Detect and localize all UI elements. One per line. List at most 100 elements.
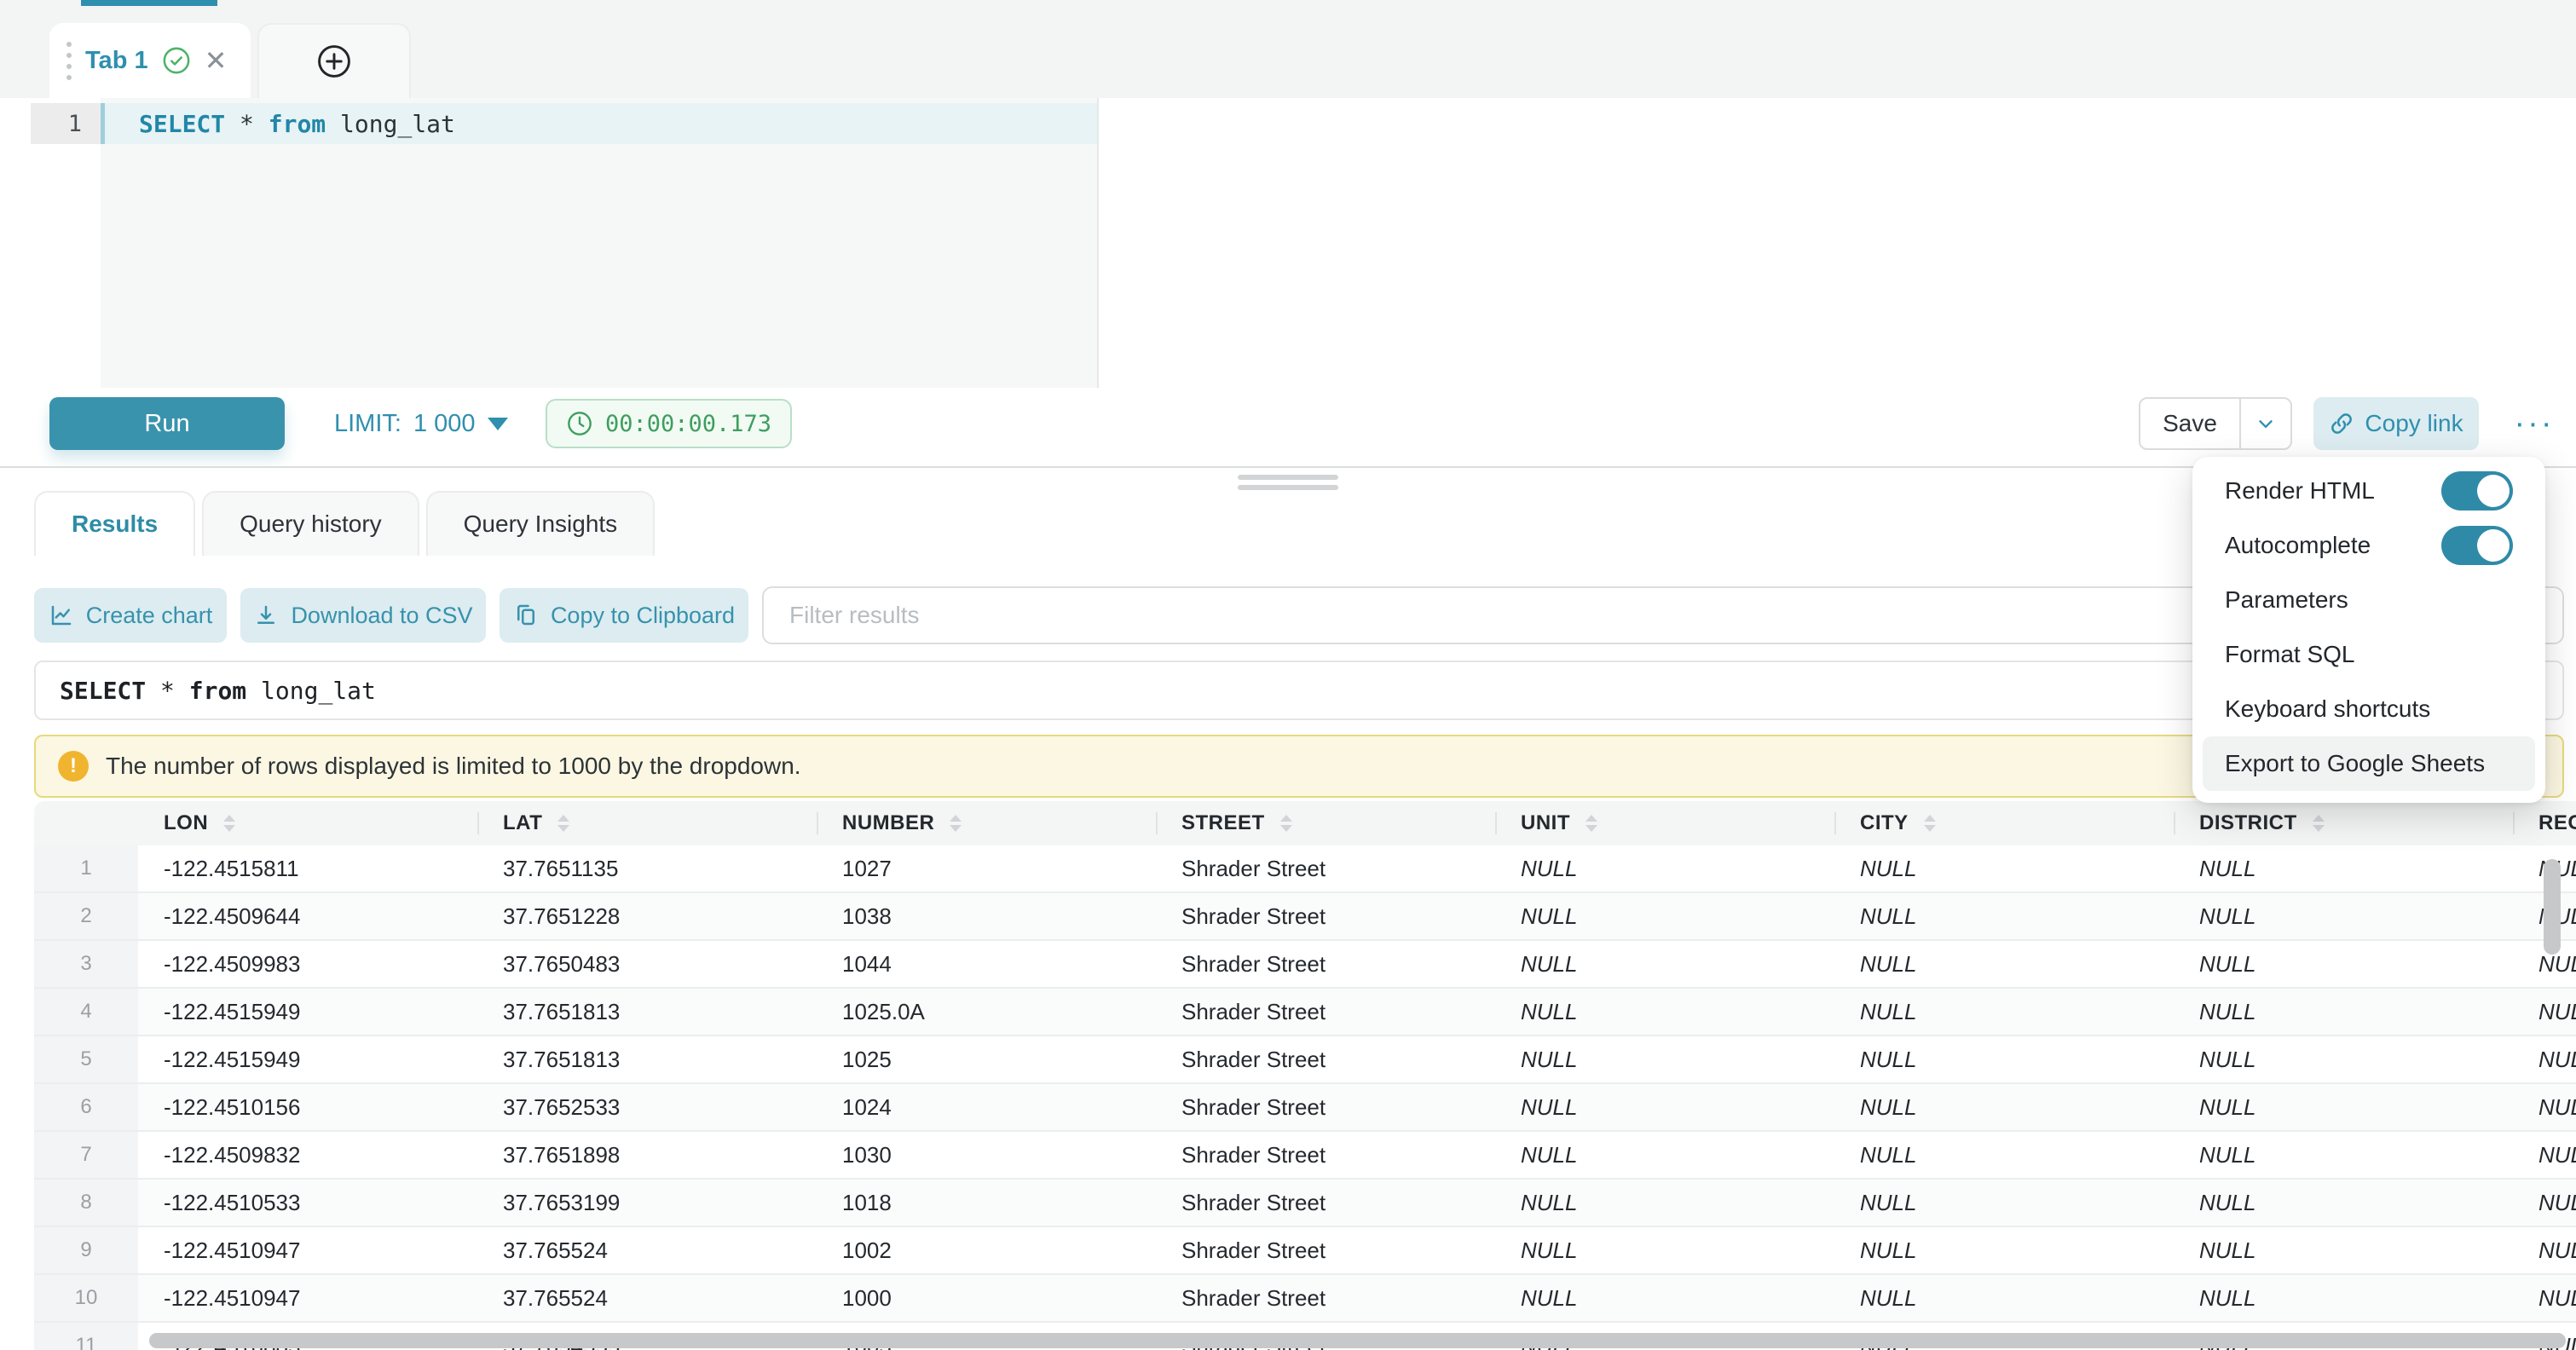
sort-icon[interactable] xyxy=(557,815,569,832)
drag-handle-icon[interactable] xyxy=(66,42,72,80)
row-limit-warning-banner: ! The number of rows displayed is limite… xyxy=(34,735,2564,798)
sort-icon[interactable] xyxy=(1585,815,1597,832)
column-header-unit[interactable]: UNIT xyxy=(1495,801,1834,845)
save-options-button[interactable] xyxy=(2239,399,2290,448)
cell: -122.4509644 xyxy=(138,893,477,939)
sql-editor[interactable]: 1 SELECT * from long_lat xyxy=(0,98,2576,388)
horizontal-scrollbar[interactable] xyxy=(149,1333,2566,1348)
table-row[interactable]: 7-122.450983237.76518981030Shrader Stree… xyxy=(34,1132,2576,1180)
menu-item-label: Keyboard shortcuts xyxy=(2225,695,2430,723)
cell: NULL xyxy=(1834,1227,2174,1273)
cell: 37.7651898 xyxy=(477,1132,817,1178)
column-header-number[interactable]: NUMBER xyxy=(817,801,1156,845)
menu-item-keyboard-shortcuts[interactable]: Keyboard shortcuts xyxy=(2192,682,2545,736)
menu-item-render-html[interactable]: Render HTML xyxy=(2192,464,2545,518)
menu-item-autocomplete[interactable]: Autocomplete xyxy=(2192,518,2545,573)
clock-icon xyxy=(566,410,593,437)
cell: NULL xyxy=(1834,893,2174,939)
table-row[interactable]: 6-122.451015637.76525331024Shrader Stree… xyxy=(34,1084,2576,1132)
cell: 37.765524 xyxy=(477,1227,817,1273)
tab-1[interactable]: Tab 1 ✕ xyxy=(49,23,251,98)
tab-results[interactable]: Results xyxy=(34,491,195,556)
table-row[interactable]: 10-122.451094737.7655241000Shrader Stree… xyxy=(34,1275,2576,1323)
copy-link-button[interactable]: Copy link xyxy=(2313,397,2479,450)
row-number: 7 xyxy=(34,1132,138,1178)
circle-plus-icon xyxy=(315,43,353,80)
table-row[interactable]: 8-122.451053337.76531991018Shrader Stree… xyxy=(34,1180,2576,1227)
row-number: 5 xyxy=(34,1036,138,1082)
table-row[interactable]: 1-122.451581137.76511351027Shrader Stree… xyxy=(34,845,2576,893)
row-number: 10 xyxy=(34,1275,138,1321)
save-split-button: Save xyxy=(2139,397,2292,450)
cell: 1027 xyxy=(817,845,1156,891)
sort-icon[interactable] xyxy=(1924,815,1936,832)
cell: NULL xyxy=(2174,989,2513,1035)
tab-query-insights[interactable]: Query Insights xyxy=(426,491,656,556)
editor-pane-divider xyxy=(1097,98,1099,388)
create-chart-button[interactable]: Create chart xyxy=(34,588,227,643)
results-toolbar: Create chart Download to CSV Copy to Cli… xyxy=(0,588,2576,648)
cell: NULL xyxy=(1834,1132,2174,1178)
chart-icon xyxy=(49,603,74,628)
column-header-street[interactable]: STREET xyxy=(1156,801,1495,845)
editor-active-line[interactable]: SELECT * from long_lat xyxy=(101,103,1097,144)
menu-item-parameters[interactable]: Parameters xyxy=(2192,573,2545,627)
sort-down-icon xyxy=(950,825,962,832)
more-options-button[interactable]: ··· xyxy=(2504,397,2564,450)
table-row[interactable]: 3-122.450998337.76504831044Shrader Stree… xyxy=(34,941,2576,989)
tab-label: Tab 1 xyxy=(85,47,148,75)
column-header-label: CITY xyxy=(1860,811,1909,835)
menu-item-label: Autocomplete xyxy=(2225,532,2371,559)
cell: 1025.0A xyxy=(817,989,1156,1035)
cell: NULL xyxy=(2513,1227,2576,1273)
sort-icon[interactable] xyxy=(1280,815,1292,832)
column-header-district[interactable]: DISTRICT xyxy=(2174,801,2513,845)
cell: NULL xyxy=(2513,1084,2576,1130)
cell: NULL xyxy=(1495,941,1834,987)
sort-icon[interactable] xyxy=(223,815,235,832)
download-csv-button[interactable]: Download to CSV xyxy=(240,588,486,643)
table-row[interactable]: 4-122.451594937.76518131025.0AShrader St… xyxy=(34,989,2576,1036)
table-row[interactable]: 2-122.450964437.76512281038Shrader Stree… xyxy=(34,893,2576,941)
run-button[interactable]: Run xyxy=(49,397,285,450)
toggle-knob xyxy=(2477,475,2510,507)
save-button[interactable]: Save xyxy=(2140,399,2239,448)
cell: NULL xyxy=(2174,941,2513,987)
cell: 37.7651813 xyxy=(477,989,817,1035)
sort-icon[interactable] xyxy=(950,815,962,832)
column-header-region[interactable]: REGION xyxy=(2513,801,2576,845)
toggle-autocomplete[interactable] xyxy=(2441,526,2513,565)
sql-keyword: SELECT xyxy=(60,677,146,705)
cell: NULL xyxy=(2174,1084,2513,1130)
cell: NULL xyxy=(1495,1227,1834,1273)
table-row[interactable]: 9-122.451094737.7655241002Shrader Street… xyxy=(34,1227,2576,1275)
row-number: 2 xyxy=(34,893,138,939)
resize-handle[interactable] xyxy=(1238,475,1338,490)
sort-icon[interactable] xyxy=(2313,815,2325,832)
column-header-label: LON xyxy=(164,811,208,835)
table-row[interactable]: 5-122.451594937.76518131025Shrader Stree… xyxy=(34,1036,2576,1084)
sort-down-icon xyxy=(1585,825,1597,832)
cell: 1002 xyxy=(817,1227,1156,1273)
column-header-lat[interactable]: LAT xyxy=(477,801,817,845)
download-icon xyxy=(253,603,279,628)
cell: 1030 xyxy=(817,1132,1156,1178)
new-tab-button[interactable] xyxy=(257,23,411,98)
sort-up-icon xyxy=(223,815,235,822)
vertical-scrollbar[interactable] xyxy=(2544,859,2561,955)
limit-dropdown[interactable]: LIMIT: 1 000 xyxy=(334,397,508,450)
cell: NULL xyxy=(2513,1036,2576,1082)
warning-icon: ! xyxy=(58,751,89,782)
menu-item-export-to-google-sheets[interactable]: Export to Google Sheets xyxy=(2203,736,2535,791)
copy-clipboard-button[interactable]: Copy to Clipboard xyxy=(500,588,748,643)
close-icon[interactable]: ✕ xyxy=(205,47,228,74)
toggle-render-html[interactable] xyxy=(2441,471,2513,511)
cell: NULL xyxy=(2174,1132,2513,1178)
column-header-city[interactable]: CITY xyxy=(1834,801,2174,845)
column-header-label: DISTRICT xyxy=(2199,811,2297,835)
menu-item-format-sql[interactable]: Format SQL xyxy=(2192,627,2545,682)
cell: 37.7651813 xyxy=(477,1036,817,1082)
table-header-row: LON LATNUMBERSTREETUNIT CITY DISTRICT REGION xyxy=(34,801,2576,845)
column-header-lon[interactable]: LON xyxy=(138,801,477,845)
tab-query-history[interactable]: Query history xyxy=(202,491,419,556)
